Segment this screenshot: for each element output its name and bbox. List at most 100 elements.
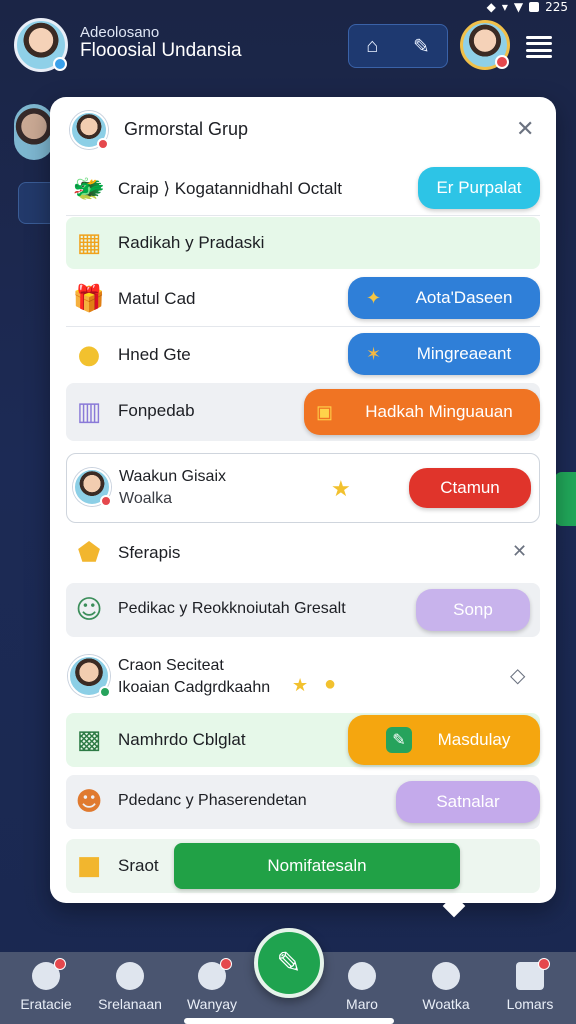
star-icon: ★ xyxy=(331,476,351,501)
notification-dot xyxy=(54,958,66,970)
button-label: Hadkah Minguauan xyxy=(365,402,513,421)
list-item-label: Pdedanc y Phaserendetan xyxy=(118,792,307,809)
tab-label: Srelanaan xyxy=(98,996,162,1012)
shield-icon: ⬟ xyxy=(77,538,101,568)
coin-icon: ● xyxy=(324,673,337,695)
button-label: Aota'Daseen xyxy=(415,288,513,307)
list-item[interactable]: 🐲 Craip ⟩ Kogatannidhahl Octalt Er Purpa… xyxy=(66,163,540,215)
wifi-icon: ▾ xyxy=(501,0,508,14)
background-avatar xyxy=(14,104,54,160)
notification-dot xyxy=(538,958,550,970)
list-item[interactable]: ▩ Namhrdo Cblglat ✎ Masdulay xyxy=(66,713,540,767)
list-item[interactable]: ■ Sraot Nomifatesaln xyxy=(66,839,540,893)
card-icon xyxy=(516,958,550,990)
status-bar: ◆ ▾ ▼ 225 xyxy=(487,0,568,14)
list-item-label: Namhrdo Cblglat xyxy=(118,730,246,749)
tab-friends[interactable]: Maro xyxy=(322,962,402,1012)
user-icon xyxy=(432,962,460,990)
list-item-label: Sferapis xyxy=(118,543,181,562)
list-item-label: Hned Gte xyxy=(118,345,191,364)
person-icon: ☺ xyxy=(75,595,103,625)
trash-icon: ▥ xyxy=(76,397,102,427)
row-action-button[interactable]: Ctamun xyxy=(409,468,531,508)
tab-activity[interactable]: Wanyay xyxy=(172,958,252,1012)
user-avatar[interactable] xyxy=(460,20,510,70)
diamond-icon[interactable]: ◇ xyxy=(510,663,525,688)
list-item[interactable]: ● Hned Gte ✶ Mingreaeant xyxy=(66,329,540,381)
button-label: Masdulay xyxy=(437,730,511,749)
list-item-label: Fonpedab xyxy=(118,401,195,420)
close-icon[interactable]: ✕ xyxy=(516,117,534,142)
notification-dot xyxy=(220,958,232,970)
notification-badge-icon xyxy=(495,55,509,69)
compose-button[interactable]: ✎ xyxy=(254,928,324,998)
row-action-button[interactable]: Satnalar xyxy=(396,781,540,823)
tab-label: Woatka xyxy=(422,996,470,1012)
tab-label: Lomars xyxy=(506,996,554,1012)
tab-more[interactable]: Lomars xyxy=(490,958,570,1012)
group-panel: Grmorstal Grup ✕ 🐲 Craip ⟩ Kogatannidhah… xyxy=(50,97,556,903)
cellular-icon: ▼ xyxy=(513,0,524,14)
member-badge-icon xyxy=(100,495,112,507)
divider xyxy=(66,326,540,327)
list-item-label: Pedikac y Reokknoiutah Gresalt xyxy=(118,600,346,617)
owl-icon xyxy=(116,962,144,990)
online-badge-icon xyxy=(99,686,111,698)
tab-label: Wanyay xyxy=(186,996,238,1012)
tab-chat[interactable]: Eratacie xyxy=(6,958,86,1012)
tab-profile[interactable]: Woatka xyxy=(406,962,486,1012)
list-item[interactable]: 🎁 Matul Cad ✦ Aota'Daseen xyxy=(66,273,540,325)
edit-icon[interactable]: ✎ xyxy=(413,34,430,59)
list-item-label: Waakun Gisaix xyxy=(119,468,226,485)
row-action-button[interactable]: ✎ Masdulay xyxy=(348,715,540,765)
list-item[interactable]: ⬟ Sferapis ✕ xyxy=(66,527,540,579)
list-item[interactable]: ▥ Fonpedab ▣ Hadkah Minguauan xyxy=(66,383,540,441)
list-item-label: Craon Seciteat xyxy=(118,657,224,674)
home-indicator xyxy=(184,1018,394,1024)
list-item-label: Craip ⟩ Kogatannidhahl Octalt xyxy=(118,179,342,198)
list-item[interactable]: ☺ Pedikac y Reokknoiutah Gresalt Sonp xyxy=(66,583,540,637)
list-item[interactable]: ▦ Radikah y Pradaski xyxy=(66,217,540,269)
row-action-button[interactable]: Er Purpalat xyxy=(418,167,540,209)
row-action-button[interactable]: Sonp xyxy=(416,589,530,631)
profile-avatar[interactable] xyxy=(14,18,68,72)
gift-icon: 🎁 xyxy=(72,284,106,314)
row-action-button[interactable]: ▣ Hadkah Minguauan xyxy=(304,389,540,435)
top-bar: Adeolosano Flooosial Undansia ⌂ ✎ xyxy=(0,14,576,80)
coin-icon: ● xyxy=(77,340,101,370)
home-icon[interactable]: ⌂ xyxy=(366,35,378,58)
compose-icon: ✎ xyxy=(276,946,302,980)
list-item[interactable]: ☻ Pdedanc y Phaserendetan Satnalar xyxy=(66,775,540,829)
list-item-label: Sraot xyxy=(118,856,159,875)
list-item[interactable]: Craon Seciteat Ikoaian Cadgrdkaahn ★ ● ◇ xyxy=(66,645,540,709)
list-item-label: Matul Cad xyxy=(118,289,196,308)
close-icon[interactable]: ✕ xyxy=(512,541,527,562)
record-icon xyxy=(198,958,232,990)
character-icon: ☻ xyxy=(75,787,103,817)
signal-icon: ◆ xyxy=(486,0,496,14)
chat-icon xyxy=(32,958,66,990)
menu-icon[interactable] xyxy=(526,36,552,58)
chest-icon: ▣ xyxy=(316,401,334,422)
group-badge-icon xyxy=(97,138,109,150)
list-item-card[interactable]: Waakun Gisaix Woalka ★ Ctamun xyxy=(66,453,540,523)
row-action-button[interactable]: ✶ Mingreaeant xyxy=(348,333,540,375)
panel-title: Grmorstal Grup xyxy=(124,119,249,139)
member-avatar xyxy=(73,468,112,507)
header-actions: ⌂ ✎ xyxy=(348,24,448,68)
panel-header: Grmorstal Grup ✕ xyxy=(50,97,556,163)
button-label: Mingreaeant xyxy=(416,344,512,363)
calendar-icon: ▦ xyxy=(76,228,102,258)
member-avatar xyxy=(68,655,111,698)
row-action-button[interactable]: ✦ Aota'Daseen xyxy=(348,277,540,319)
battery-icon xyxy=(529,2,540,12)
sparkle-icon: ✶ xyxy=(366,343,382,364)
background-green-button xyxy=(554,472,576,526)
row-action-button[interactable]: Nomifatesaln xyxy=(174,843,460,889)
dragon-icon: 🐲 xyxy=(72,174,106,204)
group-avatar xyxy=(70,111,109,150)
list-item-sublabel: Woalka xyxy=(119,490,173,507)
tab-explore[interactable]: Srelanaan xyxy=(90,962,170,1012)
picture-frame-icon: ▩ xyxy=(76,725,102,755)
header-title: Flooosial Undansia xyxy=(80,40,242,61)
